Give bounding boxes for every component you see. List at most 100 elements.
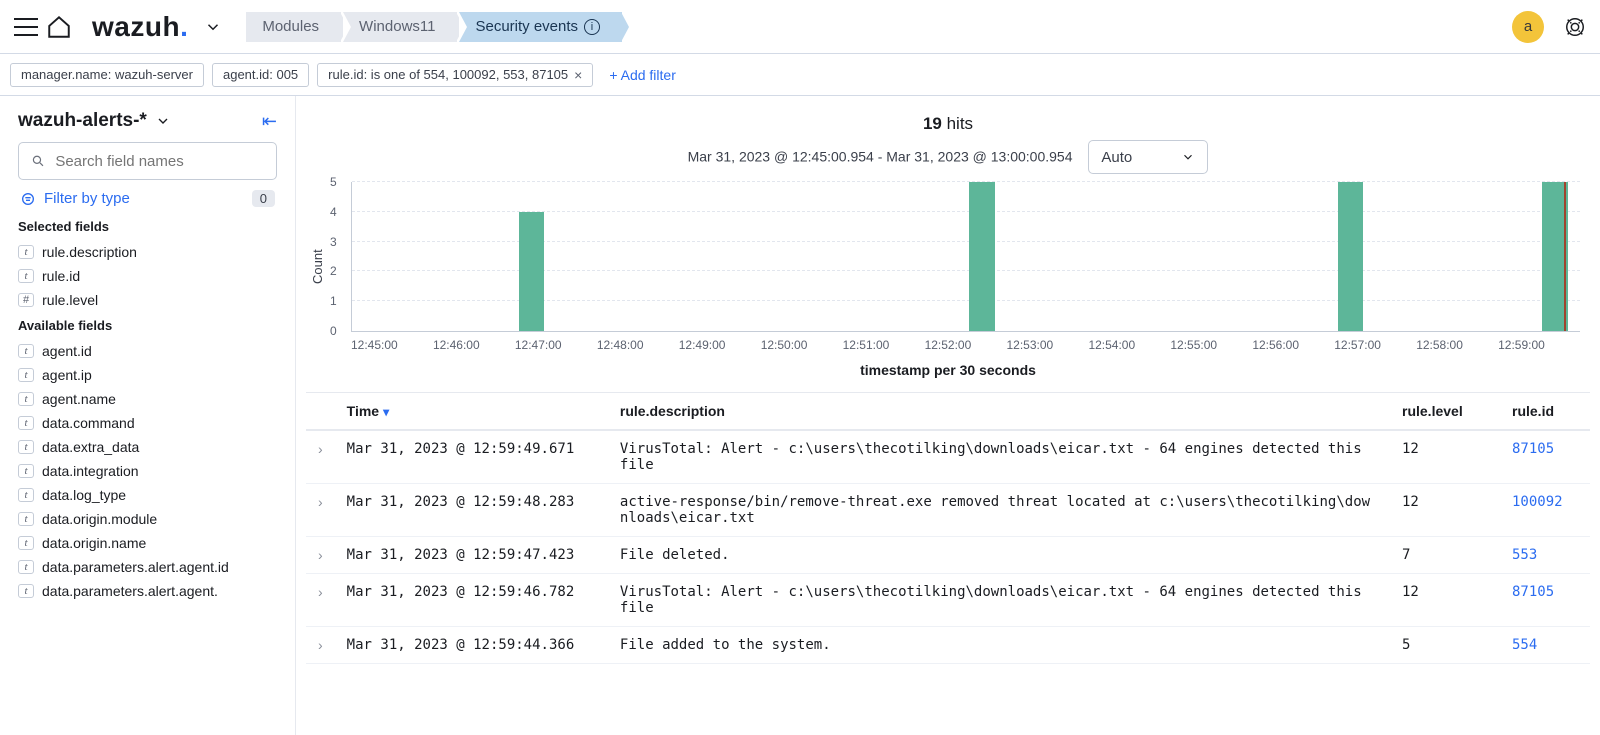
cell-level: 12 xyxy=(1390,430,1500,484)
field-search-input[interactable] xyxy=(55,153,264,170)
field-item[interactable]: t data.log_type xyxy=(18,483,277,507)
info-icon: i xyxy=(584,19,600,35)
col-ruleid[interactable]: rule.id xyxy=(1500,393,1590,431)
cell-ruleid[interactable]: 87105 xyxy=(1500,430,1590,484)
histogram-chart[interactable]: 543210 12:45:0012:46:0012:47:0012:48:001… xyxy=(325,182,1580,352)
field-item[interactable]: tdata.origin.module xyxy=(18,507,277,531)
interval-select[interactable]: Auto xyxy=(1088,140,1208,174)
time-range-row: Mar 31, 2023 @ 12:45:00.954 - Mar 31, 20… xyxy=(306,140,1590,174)
field-search[interactable] xyxy=(18,142,277,180)
type-badge: t xyxy=(18,416,34,430)
home-icon[interactable] xyxy=(46,14,72,40)
chart-xticks: 12:45:0012:46:0012:47:0012:48:0012:49:00… xyxy=(351,332,1580,352)
cell-time: Mar 31, 2023 @ 12:59:48.283 xyxy=(335,484,608,537)
field-item[interactable]: t agent.id xyxy=(18,339,277,363)
filter-pill[interactable]: rule.id: is one of 554, 100092, 553, 871… xyxy=(317,63,593,87)
breadcrumb-security-events[interactable]: Security events i xyxy=(459,12,622,42)
field-name: agent.id xyxy=(42,343,92,359)
cell-time: Mar 31, 2023 @ 12:59:46.782 xyxy=(335,574,608,627)
hamburger-menu-icon[interactable] xyxy=(14,15,38,39)
chart-bar[interactable] xyxy=(519,212,544,331)
chart-ylabel: Count xyxy=(306,182,325,352)
lifebuoy-icon[interactable] xyxy=(1564,16,1586,38)
cell-description: active-response/bin/remove-threat.exe re… xyxy=(608,484,1390,537)
cell-description: VirusTotal: Alert - c:\users\thecotilkin… xyxy=(608,430,1390,484)
filter-pill[interactable]: agent.id: 005 xyxy=(212,63,309,87)
sort-desc-icon: ▾ xyxy=(383,405,389,419)
expand-row-icon[interactable]: › xyxy=(306,484,335,537)
field-item[interactable]: t data.command xyxy=(18,411,277,435)
field-item[interactable]: t rule.id xyxy=(18,264,277,288)
field-name: rule.description xyxy=(42,244,137,260)
cell-ruleid[interactable]: 553 xyxy=(1500,537,1590,574)
collapse-sidebar-icon[interactable]: ⇤ xyxy=(262,111,277,132)
field-item[interactable]: tagent.name xyxy=(18,387,277,411)
field-name: data.origin.name xyxy=(42,535,146,551)
field-name: data.integration xyxy=(42,463,139,479)
col-description[interactable]: rule.description xyxy=(608,393,1390,431)
type-badge: # xyxy=(18,293,34,307)
chevron-down-icon[interactable] xyxy=(204,18,222,36)
expand-row-icon[interactable]: › xyxy=(306,430,335,484)
logo-dot: . xyxy=(180,11,188,43)
col-time[interactable]: Time▾ xyxy=(335,393,608,431)
chart-xlabel: timestamp per 30 seconds xyxy=(306,362,1590,378)
field-item[interactable]: t data.parameters.alert.agent. xyxy=(18,579,277,603)
field-item[interactable]: tdata.origin.name xyxy=(18,531,277,555)
field-name: agent.name xyxy=(42,391,116,407)
expand-row-icon[interactable]: › xyxy=(306,574,335,627)
col-level[interactable]: rule.level xyxy=(1390,393,1500,431)
chevron-down-icon xyxy=(1181,150,1195,164)
type-badge: t xyxy=(18,344,34,358)
type-badge: t xyxy=(18,488,34,502)
hits-summary: 19 hits xyxy=(306,114,1590,134)
index-pattern-select[interactable]: wazuh-alerts-* xyxy=(18,110,171,132)
cell-ruleid[interactable]: 87105 xyxy=(1500,574,1590,627)
field-item[interactable]: #rule.level xyxy=(18,288,277,312)
table-row: ›Mar 31, 2023 @ 12:59:49.671VirusTotal: … xyxy=(306,430,1590,484)
breadcrumb-agent[interactable]: Windows11 xyxy=(343,12,457,42)
field-name: data.extra_data xyxy=(42,439,139,455)
search-icon xyxy=(31,153,45,169)
field-item[interactable]: tdata.integration xyxy=(18,459,277,483)
expand-row-icon[interactable]: › xyxy=(306,537,335,574)
field-name: rule.id xyxy=(42,268,80,284)
field-sidebar: wazuh-alerts-* ⇤ Filter by type 0 Select… xyxy=(0,96,296,735)
field-name: data.parameters.alert.agent. xyxy=(42,583,218,599)
chart-bar[interactable] xyxy=(969,182,994,331)
table-row: ›Mar 31, 2023 @ 12:59:46.782VirusTotal: … xyxy=(306,574,1590,627)
selected-fields-title: Selected fields xyxy=(18,219,277,234)
cell-ruleid[interactable]: 100092 xyxy=(1500,484,1590,537)
type-badge: t xyxy=(18,269,34,283)
available-fields-title: Available fields xyxy=(18,318,277,333)
type-badge: t xyxy=(18,560,34,574)
chart-bar[interactable] xyxy=(1338,182,1363,331)
field-item[interactable]: tagent.ip xyxy=(18,363,277,387)
field-item[interactable]: tdata.extra_data xyxy=(18,435,277,459)
cell-level: 5 xyxy=(1390,627,1500,664)
close-icon[interactable]: × xyxy=(574,67,582,83)
expand-row-icon[interactable]: › xyxy=(306,627,335,664)
filter-type-count: 0 xyxy=(252,190,275,207)
cell-time: Mar 31, 2023 @ 12:59:44.366 xyxy=(335,627,608,664)
filter-bar: manager.name: wazuh-server agent.id: 005 r… xyxy=(0,54,1600,96)
time-marker xyxy=(1564,182,1566,331)
filter-pill[interactable]: manager.name: wazuh-server xyxy=(10,63,204,87)
user-avatar[interactable]: a xyxy=(1512,11,1544,43)
field-name: data.command xyxy=(42,415,135,431)
type-badge: t xyxy=(18,584,34,598)
cell-ruleid[interactable]: 554 xyxy=(1500,627,1590,664)
app-logo[interactable]: wazuh. xyxy=(92,11,188,43)
cell-description: VirusTotal: Alert - c:\users\thecotilkin… xyxy=(608,574,1390,627)
filter-by-type-button[interactable]: Filter by type xyxy=(20,190,130,207)
breadcrumb-modules[interactable]: Modules xyxy=(246,12,341,42)
add-filter-button[interactable]: + Add filter xyxy=(609,67,676,83)
field-name: data.log_type xyxy=(42,487,126,503)
field-item[interactable]: trule.description xyxy=(18,240,277,264)
field-name: data.origin.module xyxy=(42,511,157,527)
field-name: data.parameters.alert.agent.id xyxy=(42,559,229,575)
cell-description: File added to the system. xyxy=(608,627,1390,664)
field-item[interactable]: t data.parameters.alert.agent.id xyxy=(18,555,277,579)
filter-icon xyxy=(20,191,36,207)
app-name: wazuh xyxy=(92,11,180,43)
